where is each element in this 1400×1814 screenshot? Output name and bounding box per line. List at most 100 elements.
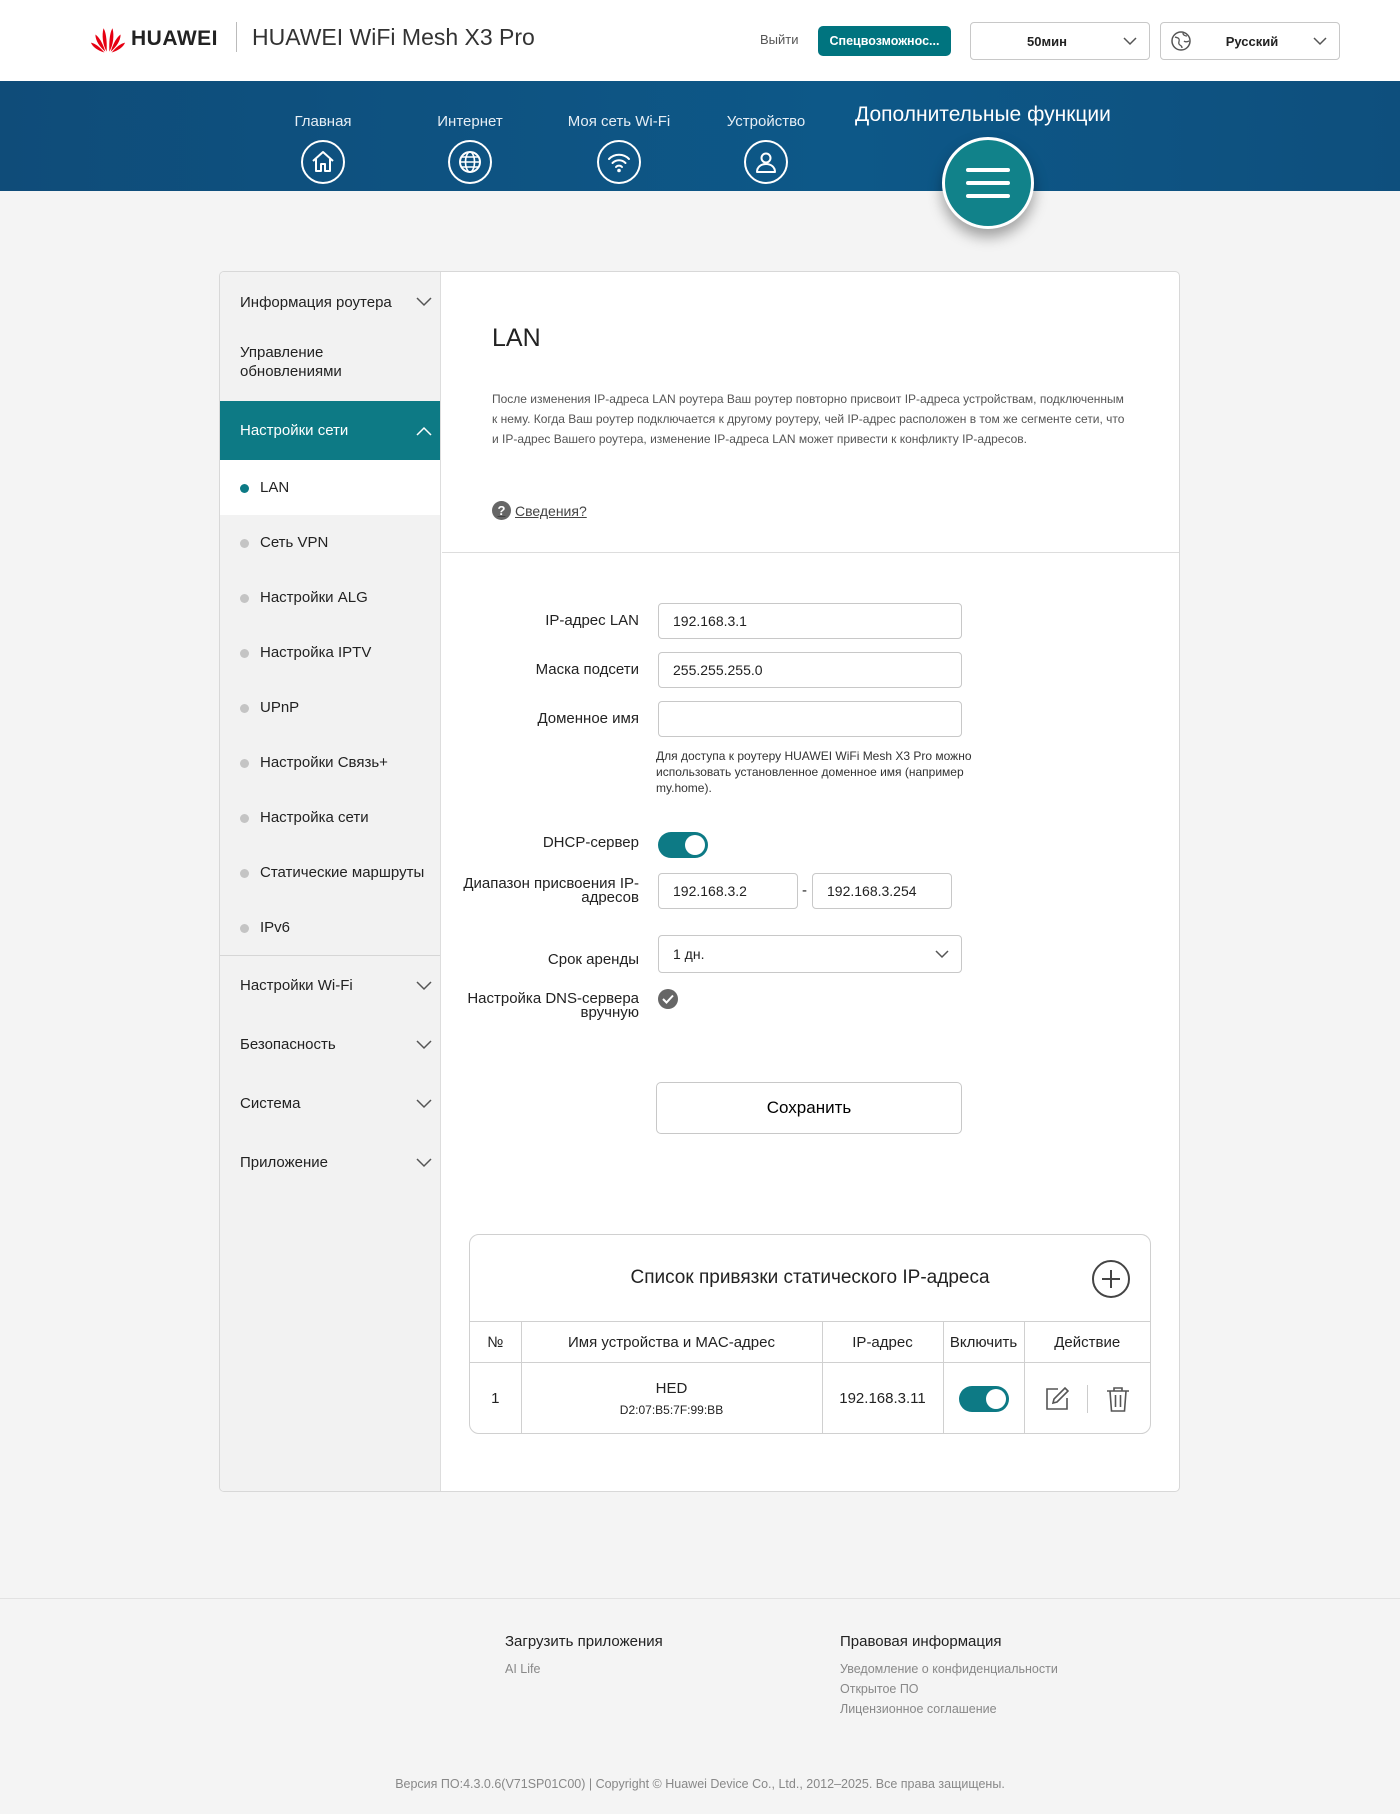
range-label-line: адресов	[581, 889, 639, 906]
chevron-down-icon	[416, 297, 432, 307]
sidebar-subitem-ipv6[interactable]: IPv6	[220, 900, 440, 955]
dns-manual-checkbox[interactable]	[658, 989, 678, 1009]
sidebar-subitem-upnp[interactable]: UPnP	[220, 680, 440, 735]
footer-legal: Правовая информация Уведомление о конфид…	[840, 1633, 1058, 1719]
toggle-knob	[985, 1388, 1006, 1409]
ip-label: IP-адрес LAN	[545, 612, 639, 629]
footer-heading: Правовая информация	[840, 1633, 1002, 1650]
column-header: №	[470, 1321, 521, 1363]
row-enable-toggle[interactable]	[958, 1385, 1009, 1412]
footer-link-license[interactable]: Лицензионное соглашение	[840, 1699, 1058, 1719]
bullet-icon	[240, 648, 249, 658]
help-link[interactable]: ? Сведения?	[492, 501, 587, 520]
sidebar-subitem-link-plus[interactable]: Настройки Связь+	[220, 735, 440, 790]
column-header: Включить	[942, 1321, 1024, 1363]
range-label: Диапазон присвоения IP- адресов	[463, 876, 639, 906]
main-nav: Главная Интернет Моя сеть Wi-Fi Устройст…	[0, 81, 1400, 191]
lease-select[interactable]: 1 дн.	[658, 935, 962, 973]
accessibility-button[interactable]: Спецвозможнос...	[818, 26, 951, 56]
bullet-icon	[240, 758, 249, 768]
sidebar-item-wifi[interactable]: Настройки Wi-Fi	[220, 956, 440, 1015]
bullet-icon	[240, 483, 249, 493]
save-button[interactable]: Сохранить	[656, 1082, 962, 1134]
mask-input[interactable]: 255.255.255.0	[658, 652, 962, 688]
sidebar-subitem-alg[interactable]: Настройки ALG	[220, 570, 440, 625]
nav-devices[interactable]: Устройство	[706, 113, 826, 184]
sidebar-item-router-info[interactable]: Информация роутера	[220, 272, 440, 332]
sidebar-subitem-iptv[interactable]: Настройка IPTV	[220, 625, 440, 680]
lease-value: 1 дн.	[673, 946, 705, 962]
sidebar-item-label: Настройка сети	[260, 809, 369, 826]
sidebar-item-label: Настройки Wi-Fi	[240, 977, 353, 994]
range-dash: -	[802, 882, 807, 899]
header-divider	[236, 22, 237, 52]
sidebar-item-label: Информация роутера	[240, 293, 392, 311]
add-icon[interactable]	[1092, 1260, 1130, 1298]
chevron-down-icon	[1313, 36, 1327, 45]
domain-label: Доменное имя	[537, 710, 639, 727]
footer-download: Загрузить приложения AI Life	[505, 1633, 663, 1679]
footer-link-open-source[interactable]: Открытое ПО	[840, 1679, 1058, 1699]
bullet-icon	[240, 813, 249, 823]
language-select[interactable]: Русский	[1160, 22, 1340, 60]
ip-input[interactable]: 192.168.3.1	[658, 603, 962, 639]
sidebar-item-label: Настройки Связь+	[260, 754, 388, 771]
column-header: IP-адрес	[821, 1321, 943, 1363]
footer-link-privacy[interactable]: Уведомление о конфиденциальности	[840, 1659, 1058, 1679]
question-icon: ?	[492, 501, 511, 520]
column-header: Имя устройства и MAC-адрес	[520, 1321, 822, 1363]
brand-text: HUAWEI	[131, 27, 218, 50]
sidebar-item-apps[interactable]: Приложение	[220, 1133, 440, 1192]
sidebar-item-label: Сеть VPN	[260, 534, 329, 551]
static-ip-title: Список привязки статического IP-адреса	[630, 1267, 990, 1288]
nav-wifi[interactable]: Моя сеть Wi-Fi	[559, 113, 679, 184]
timeout-value: 50мин	[1027, 33, 1067, 49]
sidebar-subitem-vpn[interactable]: Сеть VPN	[220, 515, 440, 570]
sidebar-item-security[interactable]: Безопасность	[220, 1015, 440, 1074]
domain-input[interactable]	[658, 701, 962, 737]
table-header-row: № Имя устройства и MAC-адрес IP-адрес Вк…	[470, 1321, 1150, 1363]
sidebar-subitem-lan[interactable]: LAN	[220, 460, 440, 515]
sidebar-subitem-network-setup[interactable]: Настройка сети	[220, 790, 440, 845]
sidebar-item-system[interactable]: Система	[220, 1074, 440, 1133]
huawei-flower-icon	[90, 28, 126, 53]
chevron-down-icon	[416, 1157, 432, 1167]
nav-internet-label: Интернет	[437, 113, 503, 130]
globe-icon	[448, 140, 492, 184]
nav-wifi-label: Моя сеть Wi-Fi	[567, 113, 671, 130]
nav-advanced-label[interactable]: Дополнительные функции	[855, 103, 1111, 127]
bullet-icon	[240, 923, 249, 933]
timeout-select[interactable]: 50мин	[970, 22, 1150, 60]
check-icon	[662, 994, 674, 1004]
section-divider	[442, 552, 1179, 553]
sidebar-item-network[interactable]: Настройки сети	[220, 401, 440, 460]
huawei-logo: HUAWEI	[90, 24, 218, 54]
menu-icon[interactable]	[942, 137, 1034, 229]
sidebar-subitem-static-routes[interactable]: Статические маршруты	[220, 845, 440, 900]
lease-label: Срок аренды	[547, 951, 639, 968]
nav-internet[interactable]: Интернет	[410, 113, 530, 184]
user-icon	[744, 140, 788, 184]
lan-description: После изменения IP-адреса LAN роутера Ва…	[492, 392, 1125, 446]
table-row: 1 HED D2:07:B5:7F:99:BB 192.168.3.11	[470, 1362, 1150, 1433]
dns-label-line: вручную	[580, 1004, 640, 1021]
footer-link-ai-life[interactable]: AI Life	[505, 1659, 663, 1679]
dhcp-toggle[interactable]	[658, 832, 708, 858]
range-end-input[interactable]: 192.168.3.254	[812, 873, 952, 909]
sidebar-item-updates[interactable]: Управление обновлениями	[220, 332, 440, 392]
row-number: 1	[470, 1362, 521, 1433]
static-ip-card: Список привязки статического IP-адреса №…	[469, 1234, 1151, 1434]
chevron-up-icon	[416, 426, 432, 436]
nav-home-label: Главная	[294, 113, 352, 130]
sidebar-item-label: UPnP	[260, 699, 300, 716]
logout-link[interactable]: Выйти	[760, 32, 799, 47]
bullet-icon	[240, 593, 249, 603]
sidebar: Информация роутера Управление обновления…	[220, 272, 441, 1491]
sidebar-item-label: обновлениями	[240, 363, 342, 380]
sidebar-item-label: Настройка IPTV	[260, 644, 372, 661]
edit-icon[interactable]	[1045, 1386, 1069, 1411]
trash-icon[interactable]	[1106, 1386, 1130, 1412]
footer: Загрузить приложения AI Life Правовая ин…	[0, 1598, 1400, 1814]
nav-home[interactable]: Главная	[263, 113, 383, 184]
range-start-input[interactable]: 192.168.3.2	[658, 873, 798, 909]
